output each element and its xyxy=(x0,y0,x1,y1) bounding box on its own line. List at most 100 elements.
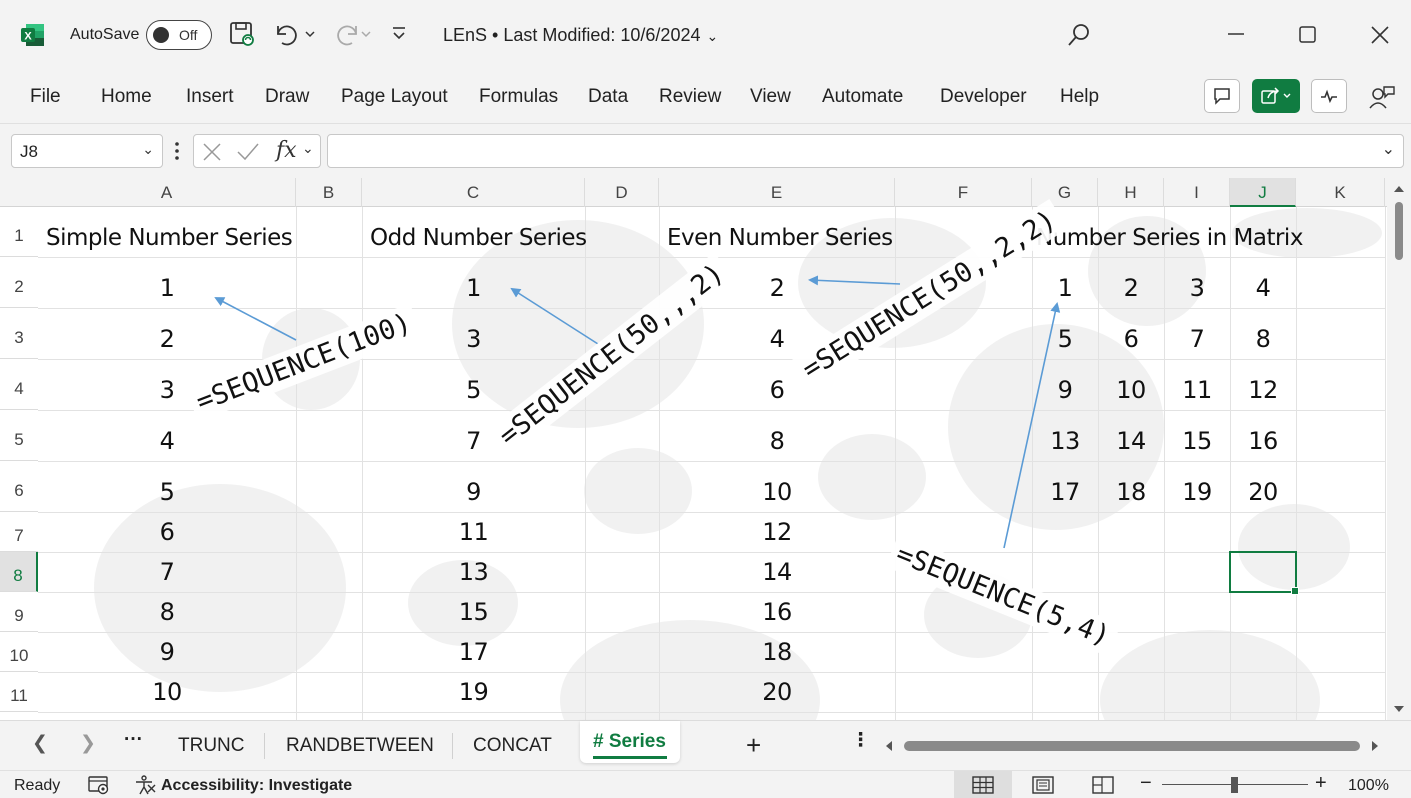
tab-data[interactable]: Data xyxy=(588,86,628,108)
minimize-button[interactable] xyxy=(1226,22,1246,51)
page-break-view-button[interactable] xyxy=(1092,776,1114,798)
row-header-9[interactable]: 9 xyxy=(0,592,38,632)
cell-c6[interactable]: 9 xyxy=(362,461,585,512)
cell-e1[interactable]: Even Number Series xyxy=(659,207,895,257)
cell-e6[interactable]: 10 xyxy=(659,461,895,512)
cell-h3[interactable]: 6 xyxy=(1098,308,1164,359)
cell-g5[interactable]: 13 xyxy=(1032,410,1098,461)
chevron-down-icon[interactable]: ⌄ xyxy=(302,140,314,157)
page-layout-view-button[interactable] xyxy=(1032,776,1054,798)
maximize-button[interactable] xyxy=(1298,25,1318,50)
row-header-2[interactable]: 2 xyxy=(0,257,38,308)
cell-h4[interactable]: 10 xyxy=(1098,359,1164,410)
row-header-7[interactable]: 7 xyxy=(0,512,38,552)
next-sheet-icon[interactable]: ❯ xyxy=(80,732,96,755)
tab-developer[interactable]: Developer xyxy=(940,86,1027,108)
normal-view-button[interactable] xyxy=(954,771,1012,798)
autosave-toggle[interactable]: Off xyxy=(146,20,212,50)
cell-g2[interactable]: 1 xyxy=(1032,257,1098,308)
cell-a11[interactable]: 10 xyxy=(38,672,296,712)
comments-button[interactable] xyxy=(1204,79,1240,113)
cell-e11[interactable]: 20 xyxy=(659,672,895,712)
cell-c2[interactable]: 1 xyxy=(362,257,585,308)
expand-formula-bar-icon[interactable]: ⌄ xyxy=(1382,139,1395,159)
cell-a6[interactable]: 5 xyxy=(38,461,296,512)
cell-j5[interactable]: 16 xyxy=(1230,410,1296,461)
sheet-tab-randbetween[interactable]: RANDBETWEEN xyxy=(286,735,434,757)
close-button[interactable] xyxy=(1370,25,1390,50)
sheet-tab-series[interactable]: # Series xyxy=(580,721,680,763)
cell-c10[interactable]: 17 xyxy=(362,632,585,672)
cell-a2[interactable]: 1 xyxy=(38,257,296,308)
tab-file[interactable]: File xyxy=(30,86,61,108)
accessibility-icon[interactable] xyxy=(134,775,156,798)
tab-review[interactable]: Review xyxy=(659,86,721,108)
column-header-c[interactable]: C xyxy=(362,178,585,207)
tab-help[interactable]: Help xyxy=(1060,86,1099,108)
row-header-11[interactable]: 11 xyxy=(0,672,38,712)
cell-e5[interactable]: 8 xyxy=(659,410,895,461)
zoom-slider-handle[interactable] xyxy=(1231,777,1238,793)
column-header-f[interactable]: F xyxy=(895,178,1032,207)
tab-insert[interactable]: Insert xyxy=(186,86,234,108)
cell-a5[interactable]: 4 xyxy=(38,410,296,461)
row-header-8[interactable]: 8 xyxy=(0,552,38,592)
column-header-b[interactable]: B xyxy=(296,178,362,207)
zoom-level[interactable]: 100% xyxy=(1348,777,1389,795)
sheet-tab-concat[interactable]: CONCAT xyxy=(473,735,552,757)
tab-page-layout[interactable]: Page Layout xyxy=(341,86,448,108)
scroll-thumb[interactable] xyxy=(904,741,1360,751)
cell-j4[interactable]: 12 xyxy=(1230,359,1296,410)
zoom-in-button[interactable]: + xyxy=(1315,772,1327,795)
add-sheet-button[interactable]: + xyxy=(746,730,761,761)
cell-c1[interactable]: Odd Number Series xyxy=(362,207,587,257)
catch-up-button[interactable] xyxy=(1311,79,1347,113)
formula-input[interactable]: ⌄ xyxy=(327,134,1404,168)
cell-c11[interactable]: 19 xyxy=(362,672,585,712)
cell-i5[interactable]: 15 xyxy=(1164,410,1230,461)
cell-i3[interactable]: 7 xyxy=(1164,308,1230,359)
horizontal-scrollbar[interactable] xyxy=(880,737,1388,755)
cell-a8[interactable]: 7 xyxy=(38,552,296,592)
cell-j3[interactable]: 8 xyxy=(1230,308,1296,359)
tab-draw[interactable]: Draw xyxy=(265,86,309,108)
save-button[interactable] xyxy=(229,20,255,53)
scroll-down-icon[interactable] xyxy=(1393,704,1405,714)
cell-e7[interactable]: 12 xyxy=(659,512,895,552)
scroll-left-icon[interactable] xyxy=(884,740,894,752)
scroll-up-icon[interactable] xyxy=(1393,184,1405,194)
column-header-d[interactable]: D xyxy=(585,178,659,207)
more-options-icon[interactable]: ⋮ xyxy=(851,729,870,752)
more-options-icon[interactable] xyxy=(171,138,183,169)
enter-icon[interactable] xyxy=(236,142,260,167)
prev-sheet-icon[interactable]: ❮ xyxy=(32,732,48,755)
document-title[interactable]: LEnS • Last Modified: 10/6/2024 ⌄ xyxy=(443,25,718,46)
column-header-k[interactable]: K xyxy=(1296,178,1385,207)
column-header-h[interactable]: H xyxy=(1098,178,1164,207)
insert-function-button[interactable]: fx xyxy=(276,138,297,163)
cell-e9[interactable]: 16 xyxy=(659,592,895,632)
tab-view[interactable]: View xyxy=(750,86,791,108)
worksheet-grid[interactable]: ABCDEFGHIJK 1 2 3 4 5 6 7 8 9 10 11 Simple Number … xyxy=(0,178,1411,720)
cell-e8[interactable]: 14 xyxy=(659,552,895,592)
column-header-i[interactable]: I xyxy=(1164,178,1230,207)
column-header-e[interactable]: E xyxy=(659,178,895,207)
cell-g4[interactable]: 9 xyxy=(1032,359,1098,410)
cell-c9[interactable]: 15 xyxy=(362,592,585,632)
redo-button[interactable] xyxy=(330,20,374,53)
row-header-10[interactable]: 10 xyxy=(0,632,38,672)
cell-a9[interactable]: 8 xyxy=(38,592,296,632)
cell-g3[interactable]: 5 xyxy=(1032,308,1098,359)
cell-e10[interactable]: 18 xyxy=(659,632,895,672)
row-header-3[interactable]: 3 xyxy=(0,308,38,359)
cell-a1[interactable]: Simple Number Series xyxy=(38,207,296,257)
row-header-5[interactable]: 5 xyxy=(0,410,38,461)
customize-qat-button[interactable] xyxy=(390,24,408,49)
share-button[interactable] xyxy=(1252,79,1300,113)
cell-h6[interactable]: 18 xyxy=(1098,461,1164,512)
sheet-tab-trunc[interactable]: TRUNC xyxy=(178,735,245,757)
cell-a3[interactable]: 2 xyxy=(38,308,296,359)
cell-e4[interactable]: 6 xyxy=(659,359,895,410)
cell-a10[interactable]: 9 xyxy=(38,632,296,672)
cell-j2[interactable]: 4 xyxy=(1230,257,1296,308)
